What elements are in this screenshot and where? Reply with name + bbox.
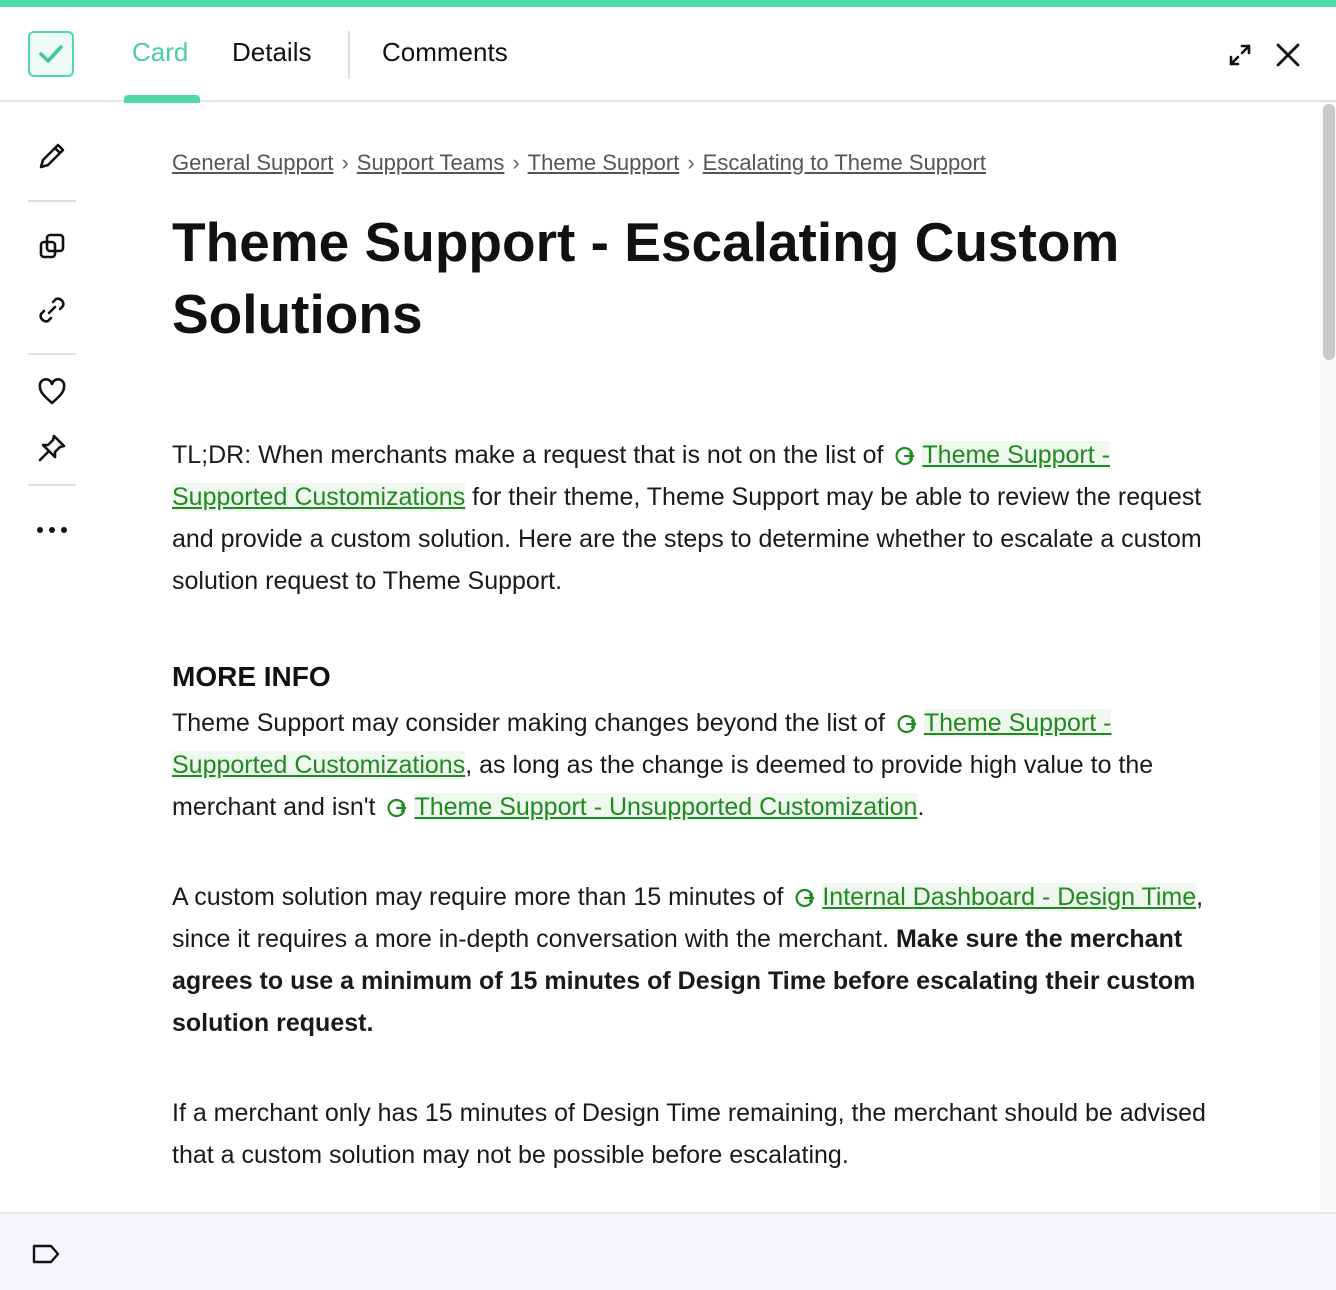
tab-details[interactable]: Details [232, 37, 311, 68]
section-heading: MORE INFO [172, 661, 331, 692]
tldr-paragraph: TL;DR: When merchants make a request tha… [172, 434, 1232, 602]
breadcrumb: General Support › Support Teams › Theme Supp… [172, 140, 1232, 186]
toolbar-divider [28, 484, 76, 486]
breadcrumb-item[interactable]: Escalating to Theme Support [703, 150, 986, 175]
card-footer [0, 1212, 1336, 1290]
breadcrumb-separator: › [341, 150, 349, 175]
text-span: Theme Support may consider making change… [172, 709, 892, 737]
card-link-icon [795, 888, 815, 908]
card-link-icon [897, 714, 917, 734]
card-link-icon [895, 446, 915, 466]
scrollbar-thumb[interactable] [1323, 104, 1335, 360]
card-title: Theme Support - Escalating Custom Soluti… [172, 211, 1120, 345]
tab-card[interactable]: Card [132, 37, 188, 68]
pin-icon[interactable] [32, 428, 72, 468]
heart-icon[interactable] [32, 372, 72, 412]
card-link[interactable]: Internal Dashboard - Design Time [822, 883, 1197, 911]
verified-check-icon[interactable] [28, 31, 74, 77]
more-info-paragraph: Theme Support may consider making change… [172, 702, 1232, 828]
top-accent-bar [0, 0, 1336, 7]
toolbar-divider [28, 200, 76, 202]
close-icon[interactable] [1274, 41, 1302, 69]
tab-divider [348, 31, 350, 79]
expand-icon[interactable] [1226, 41, 1254, 69]
more-icon[interactable] [32, 510, 72, 550]
link-icon[interactable] [32, 290, 72, 330]
card-header: Card Details Comments [0, 7, 1336, 103]
copy-icon[interactable] [32, 226, 72, 266]
tag-icon[interactable] [30, 1240, 62, 1268]
card-link-icon [388, 798, 407, 818]
card-content: General Support › Support Teams › Theme Supp… [172, 140, 1232, 1176]
text-span: A custom solution may require more than … [172, 883, 791, 911]
toolbar-divider [28, 353, 76, 355]
breadcrumb-separator: › [512, 150, 520, 175]
remaining-time-paragraph: If a merchant only has 15 minutes of Des… [172, 1099, 1206, 1169]
tab-comments[interactable]: Comments [382, 37, 508, 68]
text-span: . [917, 793, 925, 821]
breadcrumb-item[interactable]: General Support [172, 150, 333, 175]
text-span: TL;DR: When merchants make a request tha… [172, 441, 891, 469]
pencil-icon[interactable] [32, 136, 72, 176]
active-tab-indicator [124, 95, 200, 103]
card-link[interactable]: Theme Support - Unsupported Customizatio… [414, 793, 918, 821]
design-time-paragraph: A custom solution may require more than … [172, 876, 1232, 1044]
breadcrumb-item[interactable]: Support Teams [357, 150, 505, 175]
breadcrumb-item[interactable]: Theme Support [528, 150, 680, 175]
breadcrumb-separator: › [687, 150, 695, 175]
